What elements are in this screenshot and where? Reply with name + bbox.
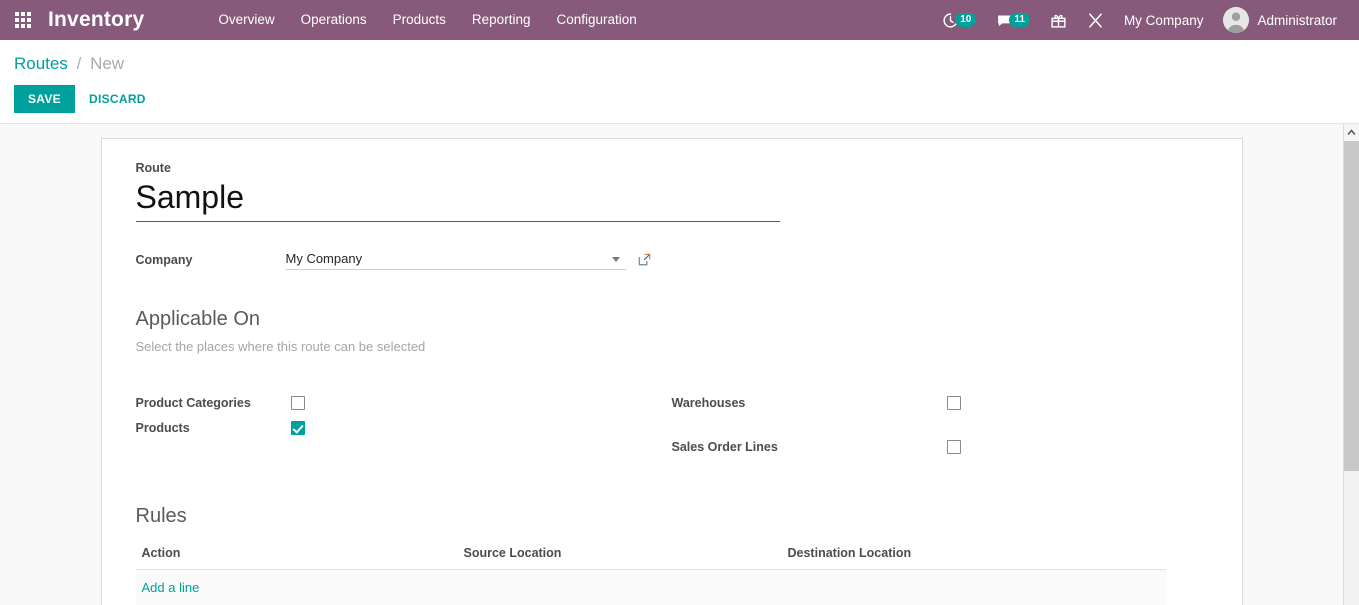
gift-menu[interactable] [1040,0,1077,40]
field-row-product-categories: Product Categories [136,390,672,415]
sales-order-lines-label: Sales Order Lines [672,440,947,454]
menu-item-operations[interactable]: Operations [288,0,380,40]
rules-section-title: Rules [136,505,1208,528]
breadcrumb-separator: / [77,54,82,73]
user-menu[interactable]: Administrator [1213,0,1347,40]
add-a-line-cell[interactable]: Add a line [136,570,458,605]
menu-item-overview[interactable]: Overview [205,0,287,40]
scroll-up-button[interactable] [1344,124,1359,141]
rules-table: Action Source Location Destination Locat… [136,542,1166,605]
applicable-on-section-subtitle: Select the places where this route can b… [136,339,1208,354]
activities-menu[interactable]: 10 [932,0,986,40]
form-sheet: Route Company Applicable On Select the p… [101,138,1243,605]
rules-table-body: Add a line [136,570,1166,605]
breadcrumb-link-routes[interactable]: Routes [14,54,68,73]
route-name-label: Route [136,161,1208,175]
save-button[interactable]: SAVE [14,85,75,113]
discard-button[interactable]: DISCARD [75,85,160,113]
top-navbar: Inventory Overview Operations Products R… [0,0,1359,40]
systray: 10 11 My Company [932,0,1359,40]
apps-grid-icon [15,12,31,28]
products-checkbox[interactable] [291,421,305,435]
column-header-action[interactable]: Action [136,542,458,570]
menu-item-reporting[interactable]: Reporting [459,0,544,40]
applicable-on-right-column: Warehouses Sales Order Lines [672,390,1208,459]
messages-menu[interactable]: 11 [986,0,1040,40]
chevron-up-icon [1347,129,1356,136]
rules-header-row: Action Source Location Destination Locat… [136,542,1166,570]
route-name-input[interactable] [136,177,780,222]
menu-item-products[interactable]: Products [380,0,459,40]
scrollbar-thumb[interactable] [1344,141,1359,471]
vertical-scrollbar[interactable] [1343,124,1359,605]
applicable-on-grid: Product Categories Products Warehouses S… [136,390,1208,459]
add-a-line-cell-filler-2 [782,570,1166,605]
breadcrumb-current-new: New [90,54,124,73]
add-a-line-row[interactable]: Add a line [136,570,1166,605]
messages-count-badge: 11 [1009,13,1030,27]
field-row-products: Products [136,415,672,440]
field-row-warehouses: Warehouses [672,390,1208,415]
rules-table-head: Action Source Location Destination Locat… [136,542,1166,570]
main-menu: Overview Operations Products Reporting C… [205,0,649,40]
applicable-on-left-column: Product Categories Products [136,390,672,459]
control-panel: Routes / New SAVE DISCARD [0,40,1359,124]
company-switcher[interactable]: My Company [1114,0,1214,40]
product-categories-checkbox[interactable] [291,396,305,410]
form-action-buttons: SAVE DISCARD [14,85,1359,113]
developer-tools-menu[interactable] [1077,0,1114,40]
column-header-source-location[interactable]: Source Location [458,542,782,570]
external-link-icon[interactable] [637,252,652,267]
app-brand-title: Inventory [46,0,152,40]
column-header-destination-location[interactable]: Destination Location [782,542,1166,570]
gift-icon [1050,12,1067,29]
content-area: Route Company Applicable On Select the p… [0,124,1359,605]
company-switcher-label: My Company [1124,13,1204,28]
sales-order-lines-checkbox[interactable] [947,440,961,454]
field-row-sales-order-lines: Sales Order Lines [672,434,1208,459]
add-a-line-cell-filler-1 [458,570,782,605]
company-input[interactable] [286,249,626,270]
company-field-wrapper [286,249,626,270]
chevron-down-icon[interactable] [612,257,620,262]
wrench-tools-icon [1087,12,1104,29]
warehouses-checkbox[interactable] [947,396,961,410]
user-menu-label: Administrator [1257,13,1337,28]
activities-count-badge: 10 [955,13,976,27]
add-a-line-link[interactable]: Add a line [142,580,200,595]
product-categories-label: Product Categories [136,396,291,410]
menu-item-configuration[interactable]: Configuration [543,0,649,40]
products-label: Products [136,421,291,435]
applicable-on-section-title: Applicable On [136,308,1208,331]
company-label: Company [136,253,286,267]
warehouses-label: Warehouses [672,396,947,410]
user-avatar-icon [1223,7,1249,33]
breadcrumb: Routes / New [14,40,1359,75]
company-field-row: Company [136,249,1208,270]
apps-menu-toggle[interactable] [0,0,46,40]
